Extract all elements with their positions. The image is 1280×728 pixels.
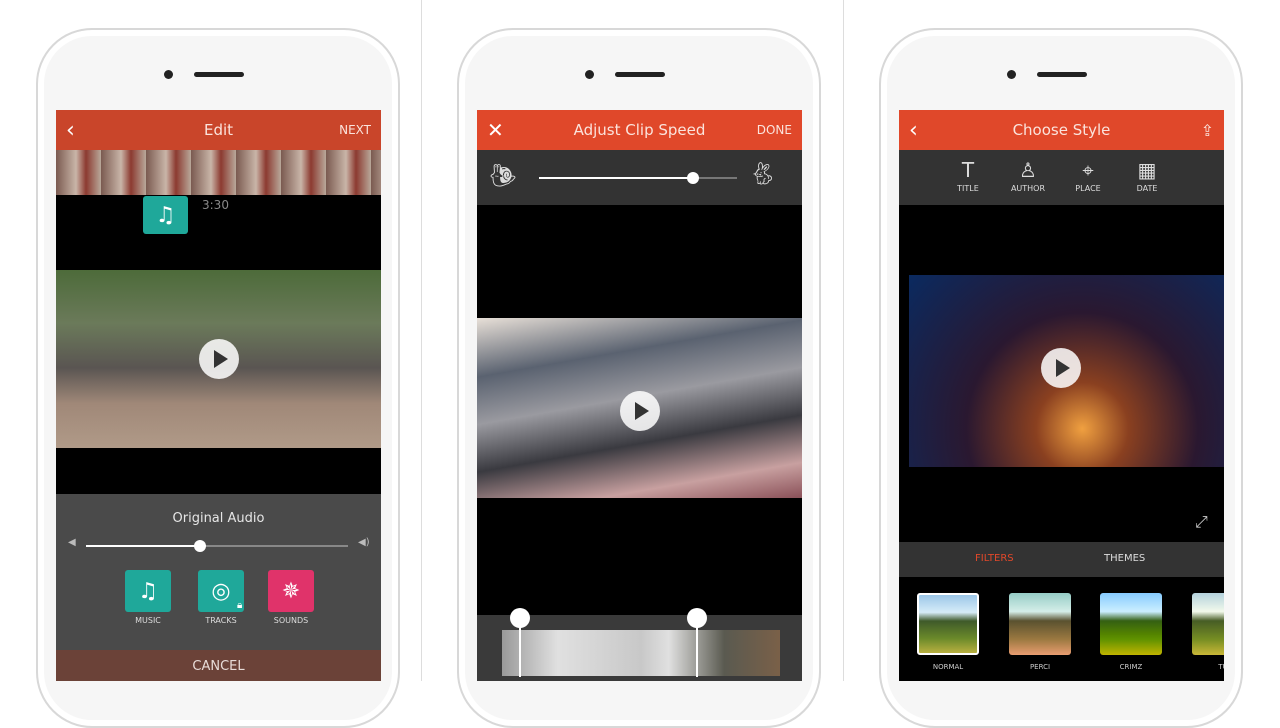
sounds-button[interactable]: ✵ — [268, 570, 314, 612]
clip-speed-screen: ✕ Adjust Clip Speed DONE 🐌︎ 🐇︎ — [477, 110, 802, 681]
back-icon[interactable]: ‹ — [66, 118, 75, 143]
choose-style-screen: ‹ Choose Style ⇪ T TITLE ♙ AUTHOR ⌖ PLACE ▦… — [899, 110, 1224, 681]
filter-label: NORMAL — [932, 663, 964, 671]
music-button[interactable]: ♫ — [125, 570, 171, 612]
volume-high-icon: ◀) — [358, 537, 370, 548]
tab-filters[interactable]: FILTERS — [975, 553, 1014, 564]
author-tool[interactable]: ♙ AUTHOR — [1008, 158, 1048, 193]
speed-slider[interactable] — [539, 172, 737, 184]
camera — [1007, 70, 1016, 79]
tracks-label: TRACKS — [205, 616, 237, 625]
audio-panel: Original Audio ◀ ◀) ♫ MUSIC ◎ 🔒︎ TRACKS … — [56, 494, 381, 650]
speaker — [1037, 72, 1087, 77]
filter-label: PERCI — [1029, 663, 1051, 671]
slider-thumb[interactable] — [687, 172, 699, 184]
share-icon[interactable]: ⇪ — [1201, 121, 1214, 140]
sounds-label: SOUNDS — [273, 616, 309, 625]
header: ✕ Adjust Clip Speed DONE — [477, 110, 802, 150]
cancel-button[interactable]: CANCEL — [56, 650, 381, 681]
style-toolbar: T TITLE ♙ AUTHOR ⌖ PLACE ▦ DATE — [899, 150, 1224, 205]
title: Edit — [203, 121, 234, 139]
header: ‹ Choose Style ⇪ — [899, 110, 1224, 150]
back-icon[interactable]: ‹ — [909, 118, 918, 143]
camera — [164, 70, 173, 79]
close-icon[interactable]: ✕ — [487, 118, 504, 142]
slider-thumb[interactable] — [194, 540, 206, 552]
filter-perci[interactable] — [1009, 593, 1071, 655]
filter-label: CRIMZ — [1119, 663, 1143, 671]
divider — [421, 0, 422, 681]
filter-normal[interactable] — [917, 593, 979, 655]
filter-label: TU — [1218, 663, 1224, 671]
play-icon[interactable] — [1041, 348, 1081, 388]
speaker — [615, 72, 665, 77]
next-button[interactable]: NEXT — [339, 123, 371, 137]
play-icon[interactable] — [620, 391, 660, 431]
filter-crimz[interactable] — [1100, 593, 1162, 655]
expand-icon[interactable]: ⤢ — [1195, 512, 1208, 532]
audio-title: Original Audio — [172, 511, 265, 526]
play-icon[interactable] — [199, 339, 239, 379]
clip-thumbnails[interactable] — [502, 630, 780, 676]
music-label: MUSIC — [135, 616, 161, 625]
trim-bar — [477, 608, 802, 681]
time-label: 3:30 — [202, 198, 229, 212]
lock-icon: 🔒︎ — [237, 600, 243, 611]
camera — [585, 70, 594, 79]
trim-handle-left[interactable] — [510, 608, 530, 677]
volume-slider[interactable] — [86, 540, 348, 552]
edit-screen: ‹ Edit NEXT ♫ 3:30 Original Audio ◀ ◀) ♫… — [56, 110, 381, 681]
snail-icon[interactable]: 🐌︎ — [489, 164, 517, 189]
volume-low-icon: ◀ — [68, 537, 76, 548]
trim-handle-right[interactable] — [687, 608, 707, 677]
speaker — [194, 72, 244, 77]
title: Adjust Clip Speed — [573, 121, 706, 139]
tab-themes[interactable]: THEMES — [1104, 553, 1145, 564]
filmstrip[interactable] — [56, 150, 381, 195]
divider — [843, 0, 844, 681]
style-tabs: FILTERS THEMES — [899, 542, 1224, 577]
header: ‹ Edit NEXT — [56, 110, 381, 150]
speed-bar: 🐌︎ 🐇︎ — [477, 150, 802, 205]
rabbit-icon[interactable]: 🐇︎ — [749, 162, 777, 187]
title-tool[interactable]: T TITLE — [948, 158, 988, 193]
filter-list: NORMAL PERCI CRIMZ TU — [899, 577, 1224, 681]
filter-tu[interactable] — [1192, 593, 1224, 655]
done-button[interactable]: DONE — [757, 123, 792, 137]
music-icon[interactable]: ♫ — [143, 196, 188, 234]
date-tool[interactable]: ▦ DATE — [1127, 158, 1167, 193]
title: Choose Style — [1012, 121, 1111, 139]
place-tool[interactable]: ⌖ PLACE — [1068, 158, 1108, 193]
